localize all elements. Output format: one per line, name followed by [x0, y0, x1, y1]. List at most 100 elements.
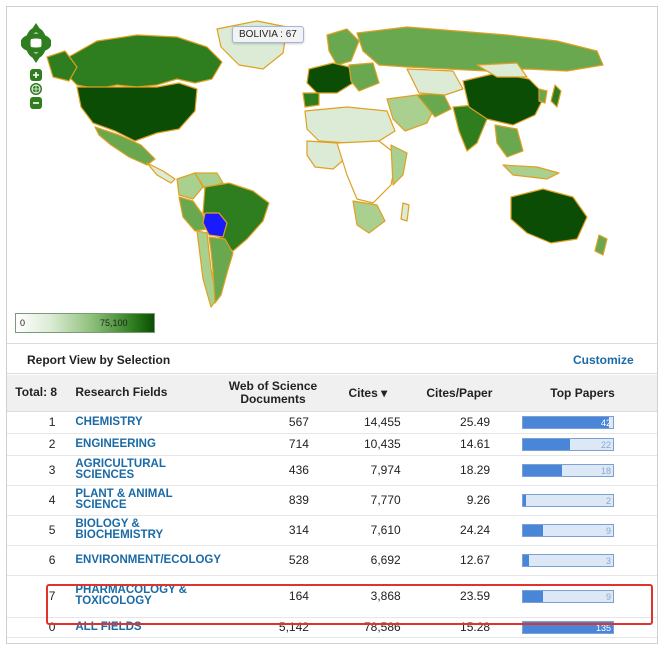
table-row[interactable]: 5 BIOLOGY & BIOCHEMISTRY 314 7,610 24.24 9 — [7, 515, 657, 546]
column-header-cites-per-paper[interactable]: Cites/Paper — [410, 375, 509, 412]
row-rank: 1 — [7, 411, 66, 434]
country-north-africa — [304, 106, 396, 144]
row-research-field-link[interactable]: PLANT & ANIMAL SCIENCE — [65, 485, 222, 516]
row-cites: 14,455 — [324, 411, 411, 434]
row-documents: 314 — [221, 515, 325, 546]
table-row[interactable]: 7 PHARMACOLOGY & TOXICOLOGY 164 3,868 23.59 9 — [7, 575, 657, 618]
column-header-total: Total: 8 — [7, 375, 66, 412]
top-papers-value: 3 — [606, 555, 612, 566]
country-eastern-europe — [348, 62, 380, 92]
map-tooltip: BOLIVIA : 67 — [232, 26, 304, 43]
row-documents: 5,142 — [221, 617, 325, 638]
row-top-papers[interactable]: 135 — [508, 617, 657, 638]
legend-min-label: 0 — [20, 318, 26, 328]
country-indonesia — [502, 164, 560, 180]
row-cites-per-paper: 24.24 — [410, 515, 509, 546]
column-header-top-papers[interactable]: Top Papers — [508, 375, 657, 412]
country-new-zealand — [594, 234, 608, 256]
row-documents: 164 — [221, 575, 325, 618]
row-top-papers[interactable]: 9 — [508, 515, 657, 546]
report-view: Report View by Selection Customize Total… — [7, 343, 657, 643]
row-cites-per-paper: 25.49 — [410, 411, 509, 434]
research-fields-table: Total: 8 Research Fields Web of Science … — [7, 375, 657, 638]
row-documents: 436 — [221, 455, 325, 486]
row-research-field-link[interactable]: CHEMISTRY — [65, 411, 222, 434]
top-papers-value: 9 — [606, 591, 612, 602]
row-documents: 528 — [221, 545, 325, 576]
world-choropleth-map[interactable] — [7, 7, 657, 343]
row-cites-per-paper: 15.28 — [410, 617, 509, 638]
column-header-research-fields[interactable]: Research Fields — [65, 375, 222, 412]
top-papers-bar[interactable]: 9 — [522, 589, 615, 603]
report-title: Report View by Selection — [27, 353, 171, 367]
top-papers-value: 18 — [601, 465, 612, 476]
row-rank: 0 — [7, 617, 66, 638]
row-research-field-link[interactable]: AGRICULTURAL SCIENCES — [65, 455, 222, 486]
row-top-papers[interactable]: 3 — [508, 545, 657, 576]
row-research-field-link[interactable]: ALL FIELDS — [65, 617, 222, 638]
table-row[interactable]: 0 ALL FIELDS 5,142 78,586 15.28 135 — [7, 617, 657, 638]
globe-icon — [30, 83, 42, 95]
table-row[interactable]: 2 ENGINEERING 714 10,435 14.61 22 — [7, 433, 657, 456]
map-legend: 0 75,100 — [15, 313, 155, 333]
row-cites-per-paper: 18.29 — [410, 455, 509, 486]
top-papers-bar[interactable]: 42 — [522, 415, 615, 429]
row-research-field-link[interactable]: ENVIRONMENT/ECOLOGY — [65, 545, 222, 576]
top-papers-bar[interactable]: 18 — [522, 463, 615, 477]
row-rank: 2 — [7, 433, 66, 456]
column-header-documents[interactable]: Web of Science Documents — [221, 375, 325, 412]
row-documents: 567 — [221, 411, 325, 434]
row-cites: 10,435 — [324, 433, 411, 456]
country-southern-africa — [352, 200, 386, 234]
country-korea — [538, 88, 548, 104]
top-papers-value: 22 — [601, 439, 612, 450]
top-papers-bar[interactable]: 22 — [522, 437, 615, 451]
map-pan-control[interactable] — [21, 21, 51, 121]
row-cites: 78,586 — [324, 617, 411, 638]
row-cites-per-paper: 9.26 — [410, 485, 509, 516]
row-rank: 7 — [7, 575, 66, 618]
country-scandinavia — [326, 28, 360, 66]
row-rank: 4 — [7, 485, 66, 516]
row-cites-per-paper: 23.59 — [410, 575, 509, 618]
top-papers-value: 135 — [596, 622, 612, 633]
country-east-africa — [390, 144, 408, 186]
country-usa — [76, 82, 198, 142]
column-header-cites[interactable]: Cites ▾ — [324, 375, 411, 412]
row-top-papers[interactable]: 2 — [508, 485, 657, 516]
table-row[interactable]: 6 ENVIRONMENT/ECOLOGY 528 6,692 12.67 3 — [7, 545, 657, 576]
zoom-out-icon — [30, 97, 42, 109]
top-papers-bar-fill — [523, 464, 562, 476]
top-papers-bar-fill — [523, 494, 526, 506]
row-top-papers[interactable]: 18 — [508, 455, 657, 486]
top-papers-bar[interactable]: 135 — [522, 620, 615, 634]
top-papers-value: 2 — [606, 495, 612, 506]
world-map-panel[interactable]: BOLIVIA : 67 0 75,100 — [7, 7, 657, 343]
legend-max-label: 75,100 — [100, 318, 128, 328]
table-row[interactable]: 3 AGRICULTURAL SCIENCES 436 7,974 18.29 18 — [7, 455, 657, 486]
table-row[interactable]: 1 CHEMISTRY 567 14,455 25.49 42 — [7, 411, 657, 434]
top-papers-bar[interactable]: 2 — [522, 493, 615, 507]
top-papers-bar[interactable]: 3 — [522, 553, 615, 567]
row-rank: 3 — [7, 455, 66, 486]
row-top-papers[interactable]: 22 — [508, 433, 657, 456]
customize-link[interactable]: Customize — [573, 353, 634, 367]
top-papers-bar[interactable]: 9 — [522, 523, 615, 537]
row-documents: 714 — [221, 433, 325, 456]
top-papers-bar-fill — [523, 524, 543, 536]
row-cites: 7,974 — [324, 455, 411, 486]
top-papers-bar-fill — [523, 554, 530, 566]
country-central-america — [146, 162, 176, 184]
table-row[interactable]: 4 PLANT & ANIMAL SCIENCE 839 7,770 9.26 2 — [7, 485, 657, 516]
pan-arrows-icon — [21, 23, 51, 63]
row-cites-per-paper: 14.61 — [410, 433, 509, 456]
row-research-field-link[interactable]: PHARMACOLOGY & TOXICOLOGY — [65, 575, 222, 618]
row-research-field-link[interactable]: ENGINEERING — [65, 433, 222, 456]
row-research-field-link[interactable]: BIOLOGY & BIOCHEMISTRY — [65, 515, 222, 546]
row-top-papers[interactable]: 42 — [508, 411, 657, 434]
row-cites: 3,868 — [324, 575, 411, 618]
country-central-africa — [336, 140, 398, 204]
top-papers-bar-fill — [523, 590, 543, 602]
row-top-papers[interactable]: 9 — [508, 575, 657, 618]
top-papers-bar-fill — [523, 438, 570, 450]
